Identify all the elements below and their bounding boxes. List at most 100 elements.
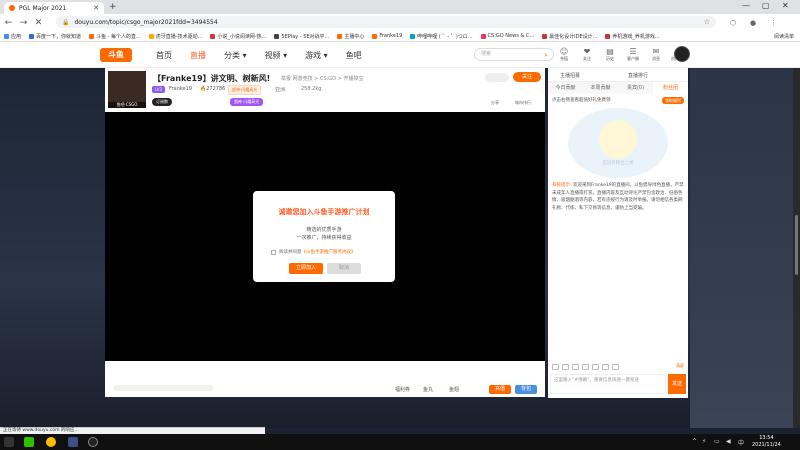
more-icon[interactable] (612, 364, 619, 370)
taskbar: ^ ⚡ ▭ ◀ 中 13:54 2021/11/24 (0, 434, 800, 450)
live-rank-link[interactable]: 直播排行 (628, 72, 648, 79)
follow-toggle[interactable] (485, 73, 509, 82)
wechat-icon[interactable] (24, 437, 34, 447)
extension-icon[interactable]: ⬡ (730, 19, 736, 27)
fan-icon[interactable] (602, 364, 609, 370)
bookmark-item[interactable]: 5EPlay - 5E对战平... (274, 33, 329, 40)
anchor-avatar[interactable]: 鱼吧·CSGO (108, 71, 146, 108)
search-input[interactable]: 搜索 ⌕ (474, 48, 554, 61)
novel-icon (210, 33, 216, 39)
follow-button[interactable]: 关注 (513, 72, 541, 82)
url-input[interactable]: 🔒 douyu.com/topic/csgo_major2021fdd=3494… (56, 16, 716, 28)
promo-strip[interactable]: 点击右侧查看超值好礼免费领 领取福利 (548, 96, 688, 106)
gift-icon[interactable] (562, 364, 569, 370)
new-tab-icon[interactable]: + (109, 2, 117, 12)
tab-vip[interactable]: 贵宾(0) (618, 82, 653, 94)
tray-network-icon[interactable]: ⚡ (702, 438, 706, 445)
subscribe-button[interactable]: 订阅数 (152, 98, 172, 106)
recharge-gift-button[interactable]: 充值 (489, 385, 511, 394)
close-tab-icon[interactable]: ✕ (93, 4, 99, 12)
cancel-button[interactable]: 取消 (327, 263, 361, 274)
chat-input[interactable]: 这里输入“#弹幕”，重要信息快速一键发送 (550, 374, 666, 394)
fishfin-item[interactable]: 鱼翅 (449, 386, 459, 393)
room-category[interactable]: 举报 网游竞技 > CS:GO > 开播掉宝 (281, 75, 364, 82)
clock[interactable]: 13:54 2021/11/24 (752, 435, 781, 449)
maximize-icon[interactable]: ▢ (762, 1, 770, 10)
nav-game[interactable]: 游戏 ▾ (305, 50, 328, 61)
tray-volume-icon[interactable]: ◀ (726, 438, 731, 445)
search-icon[interactable]: ⌕ (544, 50, 548, 61)
mascot-illustration (568, 108, 668, 178)
menu-icon[interactable]: ⋮ (770, 19, 777, 27)
tab-fan-club[interactable]: 粉丝团 (653, 82, 688, 94)
forward-icon[interactable]: → (17, 18, 30, 28)
client-button[interactable]: ☰ 客户端 (623, 47, 643, 62)
back-icon[interactable]: ← (2, 18, 15, 28)
bilibili-icon (410, 33, 416, 39)
bookmark-item[interactable]: 斗鱼 - 每个人的直... (89, 33, 141, 40)
barrage-icon[interactable] (572, 364, 579, 370)
messages-button[interactable]: ✉ 消息 (646, 47, 666, 62)
share-button[interactable]: 分享 (491, 100, 499, 106)
bookmark-item[interactable]: 小说_小说阅读网-热... (210, 33, 266, 40)
chrome-icon[interactable] (46, 437, 56, 447)
reading-list[interactable]: 阅读清单 (774, 33, 794, 40)
follow-list-button[interactable]: ❤ 关注 (577, 47, 597, 62)
gift-bar: 福利券 鱼丸 鱼翅 充值 背包 (105, 361, 545, 397)
bookmark-item[interactable]: 应用 (4, 33, 21, 40)
coupon-item[interactable]: 福利券 (395, 386, 410, 393)
anchor-recruit-link[interactable]: 主播招募 (560, 72, 580, 79)
bookmark-item[interactable]: 主播中心 (337, 33, 364, 40)
bookmark-star-icon[interactable]: ☆ (704, 18, 710, 26)
nav-category[interactable]: 分类 ▾ (224, 50, 247, 61)
bookmark-item[interactable]: CS:GO News & C... (480, 33, 534, 39)
tray-up-icon[interactable]: ^ (692, 438, 697, 445)
nav-fishbar[interactable]: 鱼吧 (346, 50, 362, 61)
history-button[interactable]: ▤ 历史 (600, 47, 620, 62)
bookmark-item[interactable]: 哔哩哔哩 ( ゜- ゜)つロ... (410, 33, 473, 40)
scrollbar-thumb[interactable] (795, 215, 798, 275)
bookmark-item[interactable]: 最佳化设计IDE设计... (542, 33, 597, 40)
minimize-icon[interactable]: — (742, 1, 750, 10)
nav-live[interactable]: 直播 (190, 50, 206, 61)
nav-home[interactable]: 首页 (156, 50, 172, 61)
bookmark-item[interactable]: 养机游戏_养机游戏... (605, 33, 660, 40)
douyu-logo[interactable]: 斗鱼 (100, 48, 132, 62)
tray-battery-icon[interactable]: ▭ (714, 438, 720, 445)
rank-button[interactable]: 城市排行 (515, 100, 531, 106)
user-avatar[interactable] (674, 46, 690, 62)
settings-icon[interactable] (592, 364, 599, 370)
promo-tag[interactable]: 领取福利 (662, 97, 684, 104)
recharge-button[interactable]: ☺ 充值 (554, 47, 574, 62)
agree-checkbox[interactable] (271, 249, 276, 255)
region-label: 亚洲 (275, 87, 286, 93)
start-icon[interactable] (4, 437, 14, 447)
tab-today-contribution[interactable]: 今日贡献 (548, 82, 583, 94)
close-window-icon[interactable]: ✕ (782, 1, 789, 10)
browser-tab[interactable]: PGL Major 2021 ✕ (4, 2, 104, 14)
emoji-icon[interactable] (552, 364, 559, 370)
app-icon[interactable] (68, 437, 78, 447)
agree-row: 阅读并同意 《斗鱼手游推广服务协议》 (271, 249, 356, 255)
nav-video[interactable]: 视频 ▾ (265, 50, 288, 61)
room-title: 【Franke19】讲文明、树新风! (153, 74, 271, 83)
bookmarks-bar: 应用 百度一下，你就知道 斗鱼 - 每个人的直... 虎牙直播-技术驱动... … (0, 31, 800, 42)
image-icon[interactable] (582, 364, 589, 370)
send-button[interactable]: 发送 (668, 374, 686, 394)
join-button[interactable]: 立即加入 (289, 263, 323, 274)
clear-screen-button[interactable]: 清屏 (676, 363, 684, 369)
steam-icon[interactable] (88, 437, 98, 447)
bookmark-item[interactable]: Franke19 (372, 33, 402, 39)
backpack-button[interactable]: 背包 (515, 385, 537, 394)
promo-modal: 诚邀您加入斗鱼手游推广计划 精选的优质手游 一次推广，持续获得收益 阅读并同意 … (253, 191, 395, 282)
stop-icon[interactable]: ✕ (32, 18, 45, 28)
tab-week-contribution[interactable]: 本周贡献 (583, 82, 618, 94)
anchor-name[interactable]: Franke19 (169, 86, 192, 92)
agreement-link[interactable]: 《斗鱼手游推广服务协议》 (302, 249, 356, 255)
tray-ime-icon[interactable]: 中 (738, 438, 744, 447)
bookmark-item[interactable]: 虎牙直播-技术驱动... (148, 33, 202, 40)
bookmark-item[interactable]: 百度一下，你就知道 (29, 33, 81, 40)
profile-icon[interactable]: ● (750, 19, 756, 27)
fishball-item[interactable]: 鱼丸 (423, 386, 433, 393)
highlight-tag[interactable]: 超神·闪耀高光 (230, 98, 264, 106)
